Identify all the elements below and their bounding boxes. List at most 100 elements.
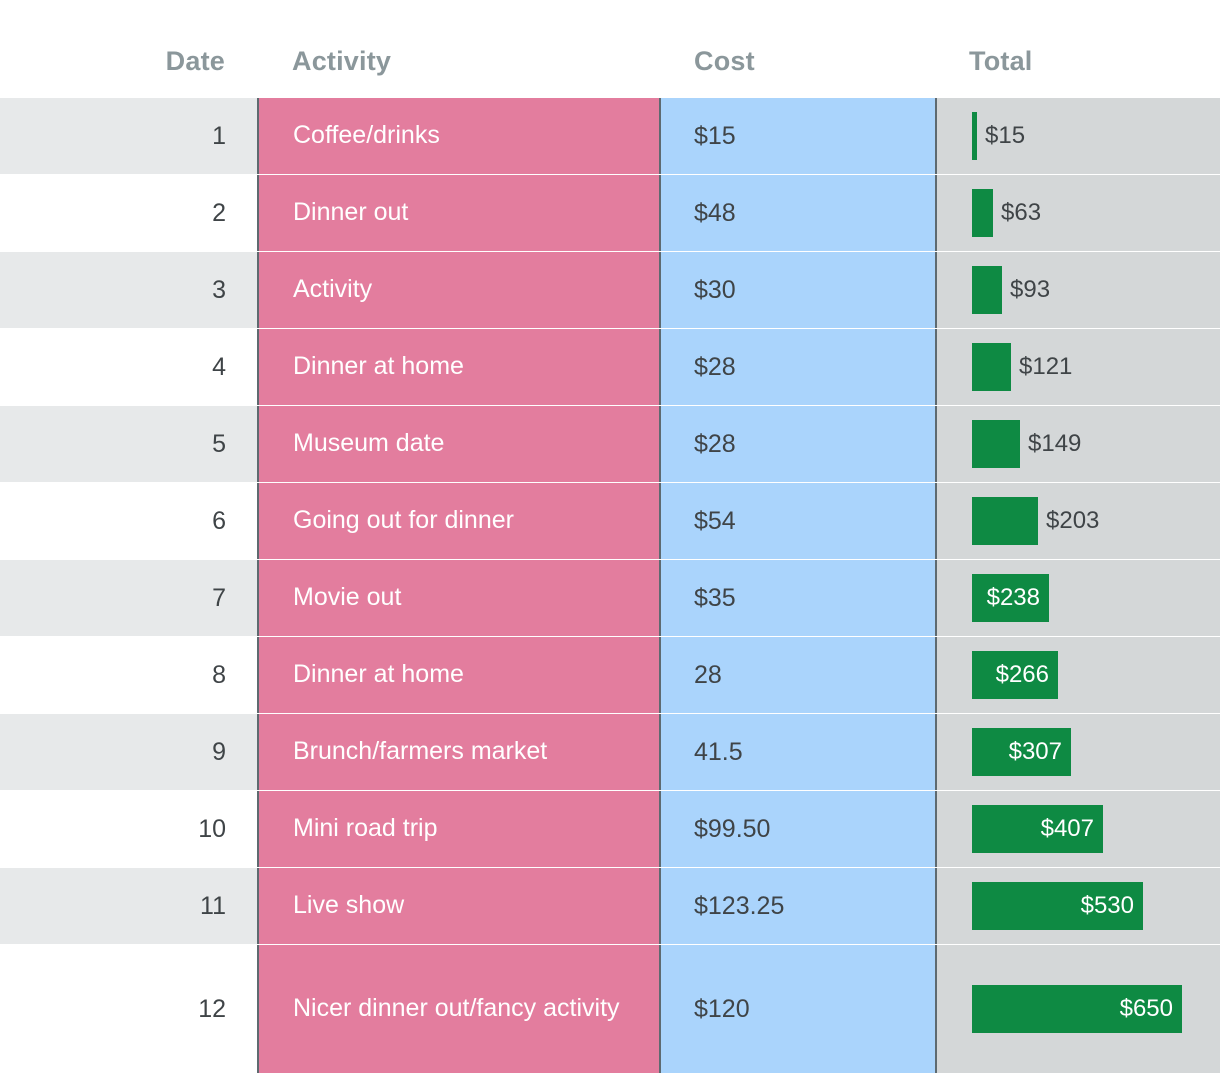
cell-cost[interactable]: $54 xyxy=(661,483,935,559)
databar-fill xyxy=(972,112,977,160)
cell-cost[interactable]: $28 xyxy=(661,329,935,405)
table-row[interactable]: 10 Mini road trip $99.50 $407 xyxy=(0,791,1220,867)
databar-value-label: $650 xyxy=(1119,995,1173,1022)
cell-date[interactable]: 2 xyxy=(0,175,257,251)
databar-wrapper: $238 xyxy=(972,574,1049,622)
cell-total-databar[interactable]: $530 xyxy=(935,868,1220,944)
cell-date[interactable]: 11 xyxy=(0,868,257,944)
cell-date[interactable]: 9 xyxy=(0,714,257,790)
table-row[interactable]: 1 Coffee/drinks $15 $15 xyxy=(0,98,1220,174)
cell-total-databar[interactable]: $15 xyxy=(935,98,1220,174)
databar-value-label: $266 xyxy=(995,661,1049,688)
databar-value-label: $530 xyxy=(1080,892,1134,919)
cell-activity[interactable]: Nicer dinner out/fancy activity xyxy=(257,945,661,1073)
databar-fill: $407 xyxy=(972,805,1103,853)
cell-date[interactable]: 12 xyxy=(0,945,257,1073)
cell-activity[interactable]: Coffee/drinks xyxy=(257,98,661,174)
cell-date[interactable]: 4 xyxy=(0,329,257,405)
cell-cost[interactable]: $120 xyxy=(661,945,935,1073)
databar-value-label: $121 xyxy=(1019,353,1073,380)
cell-date[interactable]: 10 xyxy=(0,791,257,867)
databar-wrapper: $63 xyxy=(972,189,1041,237)
column-header-date: Date xyxy=(165,46,225,76)
databar-fill: $650 xyxy=(972,985,1182,1033)
cell-activity[interactable]: Movie out xyxy=(257,560,661,636)
databar-wrapper: $93 xyxy=(972,266,1050,314)
column-header-cost: Cost xyxy=(694,46,755,76)
cell-cost[interactable]: 28 xyxy=(661,637,935,713)
cell-total-databar[interactable]: $307 xyxy=(935,714,1220,790)
databar-value-label: $93 xyxy=(1010,276,1051,303)
cell-total-databar[interactable]: $93 xyxy=(935,252,1220,328)
cell-activity[interactable]: Mini road trip xyxy=(257,791,661,867)
databar-wrapper: $149 xyxy=(972,420,1081,468)
cell-total-databar[interactable]: $650 xyxy=(935,945,1220,1073)
cell-activity[interactable]: Live show xyxy=(257,868,661,944)
cell-date[interactable]: 5 xyxy=(0,406,257,482)
databar-wrapper: $266 xyxy=(972,651,1058,699)
databar-wrapper: $407 xyxy=(972,805,1103,853)
cell-cost[interactable]: $28 xyxy=(661,406,935,482)
cell-total-databar[interactable]: $149 xyxy=(935,406,1220,482)
cell-date[interactable]: 1 xyxy=(0,98,257,174)
table-row[interactable]: 8 Dinner at home 28 $266 xyxy=(0,637,1220,713)
databar-fill xyxy=(972,497,1038,545)
databar-fill: $266 xyxy=(972,651,1058,699)
databar-value-label: $63 xyxy=(1001,199,1042,226)
cell-total-databar[interactable]: $63 xyxy=(935,175,1220,251)
cell-cost[interactable]: $48 xyxy=(661,175,935,251)
table-row[interactable]: 6 Going out for dinner $54 $203 xyxy=(0,483,1220,559)
cell-activity[interactable]: Dinner out xyxy=(257,175,661,251)
cell-cost[interactable]: $123.25 xyxy=(661,868,935,944)
table-row[interactable]: 2 Dinner out $48 $63 xyxy=(0,175,1220,251)
databar-wrapper: $530 xyxy=(972,882,1143,930)
cell-date[interactable]: 3 xyxy=(0,252,257,328)
table-row[interactable]: 11 Live show $123.25 $530 xyxy=(0,868,1220,944)
cell-activity[interactable]: Activity xyxy=(257,252,661,328)
cell-date[interactable]: 8 xyxy=(0,637,257,713)
cell-activity[interactable]: Brunch/farmers market xyxy=(257,714,661,790)
table-row[interactable]: 7 Movie out $35 $238 xyxy=(0,560,1220,636)
cell-total-databar[interactable]: $266 xyxy=(935,637,1220,713)
cell-date[interactable]: 6 xyxy=(0,483,257,559)
cell-cost[interactable]: $15 xyxy=(661,98,935,174)
cell-activity[interactable]: Going out for dinner xyxy=(257,483,661,559)
databar-value-label: $407 xyxy=(1040,815,1094,842)
table-body: 1 Coffee/drinks $15 $15 2 Dinner out $48 $63 3 Ac… xyxy=(0,98,1220,1073)
table-row[interactable]: 3 Activity $30 $93 xyxy=(0,252,1220,328)
cell-activity[interactable]: Dinner at home xyxy=(257,329,661,405)
databar-fill: $530 xyxy=(972,882,1143,930)
cell-cost[interactable]: $99.50 xyxy=(661,791,935,867)
databar-fill xyxy=(972,189,993,237)
table-row[interactable]: 4 Dinner at home $28 $121 xyxy=(0,329,1220,405)
databar-wrapper: $650 xyxy=(972,985,1182,1033)
cell-activity[interactable]: Dinner at home xyxy=(257,637,661,713)
databar-wrapper: $307 xyxy=(972,728,1071,776)
databar-value-label: $307 xyxy=(1008,738,1062,765)
table-row[interactable]: 12 Nicer dinner out/fancy activity $120 $65… xyxy=(0,945,1220,1073)
cell-cost[interactable]: $35 xyxy=(661,560,935,636)
databar-wrapper: $15 xyxy=(972,112,1025,160)
databar-fill: $238 xyxy=(972,574,1049,622)
table-row[interactable]: 9 Brunch/farmers market 41.5 $307 xyxy=(0,714,1220,790)
databar-value-label: $238 xyxy=(986,584,1040,611)
cell-cost[interactable]: $30 xyxy=(661,252,935,328)
table-row[interactable]: 5 Museum date $28 $149 xyxy=(0,406,1220,482)
databar-fill xyxy=(972,266,1002,314)
table-header-row: Date Activity Cost Total xyxy=(0,0,1220,98)
cell-total-databar[interactable]: $203 xyxy=(935,483,1220,559)
spreadsheet-table: Date Activity Cost Total 1 Coffee/drinks $… xyxy=(0,0,1220,1073)
databar-fill: $307 xyxy=(972,728,1071,776)
cell-cost[interactable]: 41.5 xyxy=(661,714,935,790)
cell-date[interactable]: 7 xyxy=(0,560,257,636)
databar-wrapper: $203 xyxy=(972,497,1099,545)
databar-fill xyxy=(972,420,1020,468)
cell-total-databar[interactable]: $238 xyxy=(935,560,1220,636)
cell-total-databar[interactable]: $121 xyxy=(935,329,1220,405)
databar-value-label: $203 xyxy=(1046,507,1100,534)
cell-activity[interactable]: Museum date xyxy=(257,406,661,482)
databar-wrapper: $121 xyxy=(972,343,1072,391)
databar-value-label: $15 xyxy=(985,122,1026,149)
cell-total-databar[interactable]: $407 xyxy=(935,791,1220,867)
column-header-activity: Activity xyxy=(292,46,392,76)
